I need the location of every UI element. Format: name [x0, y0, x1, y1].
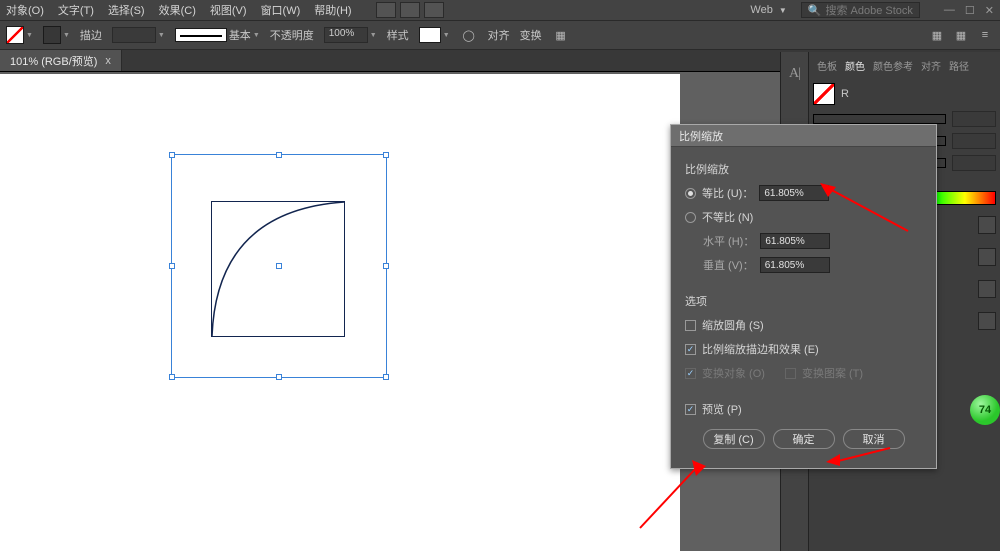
minimize-icon[interactable]: — — [944, 4, 955, 17]
annotation-arrow-2 — [636, 460, 706, 530]
stroke-profile[interactable]: 基本 ▼ — [175, 27, 260, 43]
horizontal-input[interactable] — [760, 233, 830, 249]
uniform-label: 等比 (U)： — [702, 185, 753, 201]
vertical-input[interactable] — [760, 257, 830, 273]
nonuniform-label: 不等比 (N) — [702, 209, 753, 225]
transform-patterns-label: 变换图案 (T) — [802, 365, 863, 381]
handle-top-mid[interactable] — [276, 152, 282, 158]
document-tab-title: 101% (RGB/预览) — [10, 53, 97, 69]
scale-dialog: 比例缩放 比例缩放 等比 (U)： 不等比 (N) 水平 (H)： 垂直 (V)… — [670, 124, 937, 469]
search-stock-field[interactable]: 🔍 搜索 Adobe Stock — [801, 2, 920, 18]
isolate-icon[interactable]: ▦ — [552, 26, 570, 44]
handle-bottom-right[interactable] — [383, 374, 389, 380]
stroke-swatch[interactable]: ▼ — [43, 26, 70, 44]
artwork-arc[interactable] — [211, 201, 345, 337]
panel-tab-pathfinder[interactable]: 路径 — [949, 58, 969, 73]
nonuniform-radio[interactable] — [685, 212, 696, 223]
panel-icon-1[interactable]: ▦ — [928, 26, 946, 44]
scale-strokes-label: 比例缩放描边和效果 (E) — [702, 341, 819, 357]
menu-select[interactable]: 选择(S) — [108, 2, 145, 18]
options-group-label: 选项 — [685, 293, 922, 309]
tab-close-icon[interactable]: x — [105, 55, 111, 67]
fill-swatch[interactable]: ▼ — [6, 26, 33, 44]
document-tab[interactable]: 101% (RGB/预览) x — [0, 50, 122, 71]
slider-value-3[interactable] — [952, 155, 996, 171]
workspace-dropdown[interactable]: Web ▼ — [750, 4, 786, 16]
control-bar: ▼ ▼ 描边 ▼ 基本 ▼ 不透明度 100%▼ 样式 ▼ ◯ 对齐 变换 ▦ … — [0, 20, 1000, 50]
handle-mid-left[interactable] — [169, 263, 175, 269]
slider-value-2[interactable] — [952, 133, 996, 149]
graphic-style[interactable]: ▼ — [419, 27, 450, 43]
vertical-label: 垂直 (V)： — [703, 257, 754, 273]
r-channel-label: R — [841, 88, 849, 100]
menu-object[interactable]: 对象(O) — [6, 2, 44, 18]
stroke-preset-label: 基本 — [229, 27, 251, 43]
menu-text[interactable]: 文字(T) — [58, 2, 94, 18]
uniform-radio[interactable] — [685, 188, 696, 199]
text-antialias-icon[interactable]: A| — [789, 66, 800, 82]
right-tool-strip — [974, 210, 1000, 336]
preview-label: 预览 (P) — [702, 401, 742, 417]
transform-patterns-checkbox — [785, 368, 796, 379]
transform-label[interactable]: 变换 — [520, 27, 542, 43]
annotation-arrow-1 — [820, 183, 910, 233]
dialog-title[interactable]: 比例缩放 — [671, 125, 936, 147]
strip-icon-4[interactable] — [978, 312, 996, 330]
scale-group-label: 比例缩放 — [685, 161, 922, 177]
handle-mid-right[interactable] — [383, 263, 389, 269]
slider-value[interactable] — [952, 111, 996, 127]
bridge-icon[interactable] — [376, 2, 396, 18]
panel-fill-swatch[interactable] — [813, 83, 835, 105]
handle-bottom-mid[interactable] — [276, 374, 282, 380]
annotation-arrow-3 — [826, 444, 892, 468]
workspace-name: Web — [750, 4, 772, 16]
horizontal-label: 水平 (H)： — [703, 233, 754, 249]
strip-icon-2[interactable] — [978, 248, 996, 266]
canvas[interactable] — [0, 74, 680, 551]
strip-icon-1[interactable] — [978, 216, 996, 234]
uniform-input[interactable] — [759, 185, 829, 201]
copy-button[interactable]: 复制 (C) — [703, 429, 765, 449]
chevron-down-icon: ▼ — [779, 6, 787, 15]
align-label[interactable]: 对齐 — [488, 27, 510, 43]
stock-icon[interactable] — [400, 2, 420, 18]
slider-track[interactable] — [813, 114, 946, 124]
panel-icon-2[interactable]: ▦ — [952, 26, 970, 44]
style-label: 样式 — [387, 27, 409, 43]
preview-checkbox[interactable] — [685, 404, 696, 415]
maximize-icon[interactable]: ☐ — [965, 4, 975, 17]
panel-tab-swatches[interactable]: 色板 — [817, 58, 837, 73]
scale-strokes-checkbox[interactable] — [685, 344, 696, 355]
search-icon: 🔍 — [808, 4, 822, 17]
strip-icon-3[interactable] — [978, 280, 996, 298]
close-icon[interactable]: ✕ — [985, 4, 994, 17]
menu-effect[interactable]: 效果(C) — [159, 2, 196, 18]
scale-corners-checkbox[interactable] — [685, 320, 696, 331]
handle-top-left[interactable] — [169, 152, 175, 158]
menu-window[interactable]: 窗口(W) — [261, 2, 301, 18]
green-badge[interactable]: 74 — [970, 395, 1000, 425]
transform-objects-checkbox — [685, 368, 696, 379]
panel-menu-icon[interactable]: ≡ — [976, 26, 994, 44]
transform-objects-label: 变换对象 (O) — [702, 365, 765, 381]
opacity-field[interactable]: 100%▼ — [324, 27, 377, 43]
arrange-icon[interactable] — [424, 2, 444, 18]
scale-corners-label: 缩放圆角 (S) — [702, 317, 764, 333]
opacity-label: 不透明度 — [270, 27, 314, 43]
search-placeholder: 搜索 Adobe Stock — [825, 2, 912, 18]
handle-top-right[interactable] — [383, 152, 389, 158]
handle-bottom-left[interactable] — [169, 374, 175, 380]
panel-tab-color[interactable]: 颜色 — [845, 58, 865, 73]
panel-tab-colorguide[interactable]: 颜色参考 — [873, 58, 913, 73]
menu-help[interactable]: 帮助(H) — [314, 2, 351, 18]
menu-view[interactable]: 视图(V) — [210, 2, 247, 18]
stroke-label: 描边 — [80, 27, 102, 43]
stroke-weight[interactable]: ▼ — [112, 27, 165, 43]
menu-bar: 对象(O) 文字(T) 选择(S) 效果(C) 视图(V) 窗口(W) 帮助(H… — [0, 0, 1000, 20]
panel-tab-align[interactable]: 对齐 — [921, 58, 941, 73]
recolor-icon[interactable]: ◯ — [460, 26, 478, 44]
